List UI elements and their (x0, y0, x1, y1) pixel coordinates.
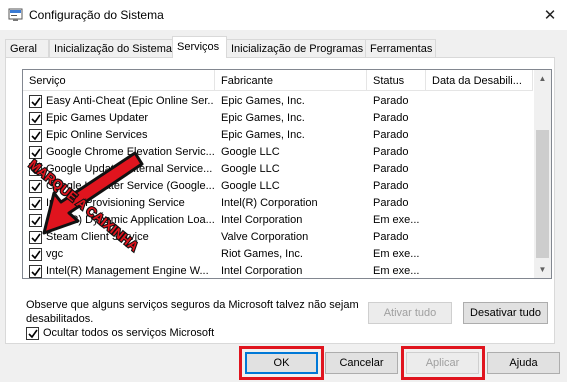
service-status: Em exe... (373, 214, 420, 226)
checkmark-icon (31, 97, 41, 107)
service-status: Parado (373, 129, 409, 141)
service-checkbox[interactable] (29, 248, 42, 261)
vertical-scrollbar[interactable]: ▲ ▼ (534, 70, 551, 278)
table-row[interactable]: Intel(R) Management Engine W... Intel Cor… (23, 263, 533, 278)
tab-ferramentas[interactable]: Ferramentas (365, 39, 436, 58)
checkmark-icon (31, 182, 41, 192)
system-config-icon (8, 8, 23, 21)
service-status: Parado (373, 95, 409, 107)
scroll-thumb[interactable] (536, 130, 549, 258)
cancel-button[interactable]: Cancelar (325, 352, 398, 374)
table-row[interactable]: Epic Games Updater Epic Games, Inc. Parado (23, 110, 533, 127)
service-vendor: Intel Corporation (221, 265, 303, 277)
service-vendor: Google LLC (221, 180, 280, 192)
service-status: Parado (373, 231, 409, 243)
service-vendor: Epic Games, Inc. (221, 112, 305, 124)
services-list[interactable]: Serviço Fabricante Status Data da Desabi… (22, 69, 552, 279)
service-name: Google Updater Service (Google... (46, 180, 214, 192)
checkmark-icon (31, 131, 41, 141)
tab-geral[interactable]: Geral (5, 39, 49, 58)
checkmark-icon (31, 199, 41, 209)
service-checkbox[interactable] (29, 95, 42, 108)
service-status: Parado (373, 163, 409, 175)
service-name: Google Updater Internal Service... (46, 163, 213, 175)
close-icon[interactable]: ✕ (533, 0, 567, 30)
service-vendor: Google LLC (221, 146, 280, 158)
services-panel: Serviço Fabricante Status Data da Desabi… (5, 57, 555, 344)
service-name: vgc (46, 248, 64, 260)
service-name: Epic Online Services (46, 129, 148, 141)
hide-microsoft-checkbox[interactable] (26, 327, 39, 340)
service-status: Parado (373, 180, 409, 192)
service-checkbox[interactable] (29, 129, 42, 142)
window-title: Configuração do Sistema (29, 8, 164, 22)
list-header: Serviço Fabricante Status Data da Desabi… (23, 70, 533, 91)
scroll-down-icon[interactable]: ▼ (534, 261, 551, 278)
table-row[interactable]: Easy Anti-Cheat (Epic Online Ser... Epic … (23, 93, 533, 110)
table-row[interactable]: Steam Client Service Valve Corporation Par… (23, 229, 533, 246)
service-vendor: Epic Games, Inc. (221, 95, 305, 107)
checkmark-icon (31, 267, 41, 277)
disable-all-button[interactable]: Desativar tudo (463, 302, 548, 324)
checkmark-icon (31, 250, 41, 260)
tab-servicos[interactable]: Serviços (172, 36, 227, 58)
table-row[interactable]: Intel(R) Dynamic Application Loa... Intel… (23, 212, 533, 229)
table-row[interactable]: Intel(R) Provisioning Service Intel(R) Co… (23, 195, 533, 212)
service-name: Intel(R) Management Engine W... (46, 265, 209, 277)
hide-microsoft-label: Ocultar todos os serviços Microsoft (43, 327, 215, 339)
column-status[interactable]: Status (367, 70, 426, 91)
service-name: Steam Client Service (46, 231, 149, 243)
service-vendor: Intel Corporation (221, 214, 303, 226)
tab-inicializacao-sistema[interactable]: Inicialização do Sistema (49, 39, 173, 58)
service-checkbox[interactable] (29, 231, 42, 244)
table-row[interactable]: Google Updater Service (Google... Google … (23, 178, 533, 195)
service-vendor: Google LLC (221, 163, 280, 175)
checkmark-icon (28, 329, 38, 339)
service-vendor: Valve Corporation (221, 231, 309, 243)
service-name: Epic Games Updater (46, 112, 149, 124)
checkmark-icon (31, 233, 41, 243)
highlight-ok (239, 346, 324, 380)
tab-inicializacao-programas[interactable]: Inicialização de Programas (226, 39, 366, 58)
enable-all-button[interactable]: Ativar tudo (368, 302, 452, 324)
service-name: Intel(R) Provisioning Service (46, 197, 185, 209)
microsoft-services-note: Observe que alguns serviços seguros da M… (26, 299, 359, 325)
checkmark-icon (31, 148, 41, 158)
service-status: Em exe... (373, 265, 420, 277)
service-vendor: Epic Games, Inc. (221, 129, 305, 141)
service-vendor: Intel(R) Corporation (221, 197, 318, 209)
service-checkbox[interactable] (29, 265, 42, 278)
checkmark-icon (31, 165, 41, 175)
service-status: Em exe... (373, 248, 420, 260)
service-checkbox[interactable] (29, 146, 42, 159)
table-row[interactable]: Epic Online Services Epic Games, Inc. Para… (23, 127, 533, 144)
service-status: Parado (373, 112, 409, 124)
highlight-apply (401, 346, 485, 380)
service-name: Google Chrome Elevation Servic... (46, 146, 214, 158)
service-checkbox[interactable] (29, 180, 42, 193)
service-name: Easy Anti-Cheat (Epic Online Ser... (46, 95, 214, 107)
service-status: Parado (373, 146, 409, 158)
service-checkbox[interactable] (29, 163, 42, 176)
checkmark-icon (31, 114, 41, 124)
service-vendor: Riot Games, Inc. (221, 248, 303, 260)
service-status: Parado (373, 197, 409, 209)
service-checkbox[interactable] (29, 214, 42, 227)
column-vendor[interactable]: Fabricante (215, 70, 367, 91)
service-checkbox[interactable] (29, 197, 42, 210)
table-row[interactable]: Google Chrome Elevation Servic... Google … (23, 144, 533, 161)
table-row[interactable]: Google Updater Internal Service... Google… (23, 161, 533, 178)
help-button[interactable]: Ajuda (487, 352, 560, 374)
service-checkbox[interactable] (29, 112, 42, 125)
title-bar: Configuração do Sistema ✕ (0, 0, 567, 30)
scroll-up-icon[interactable]: ▲ (534, 70, 551, 87)
table-row[interactable]: vgc Riot Games, Inc. Em exe... (23, 246, 533, 263)
checkmark-icon (31, 216, 41, 226)
column-disable-date[interactable]: Data da Desabili... (426, 70, 533, 91)
service-name: Intel(R) Dynamic Application Loa... (46, 214, 214, 226)
column-service[interactable]: Serviço (23, 70, 215, 91)
